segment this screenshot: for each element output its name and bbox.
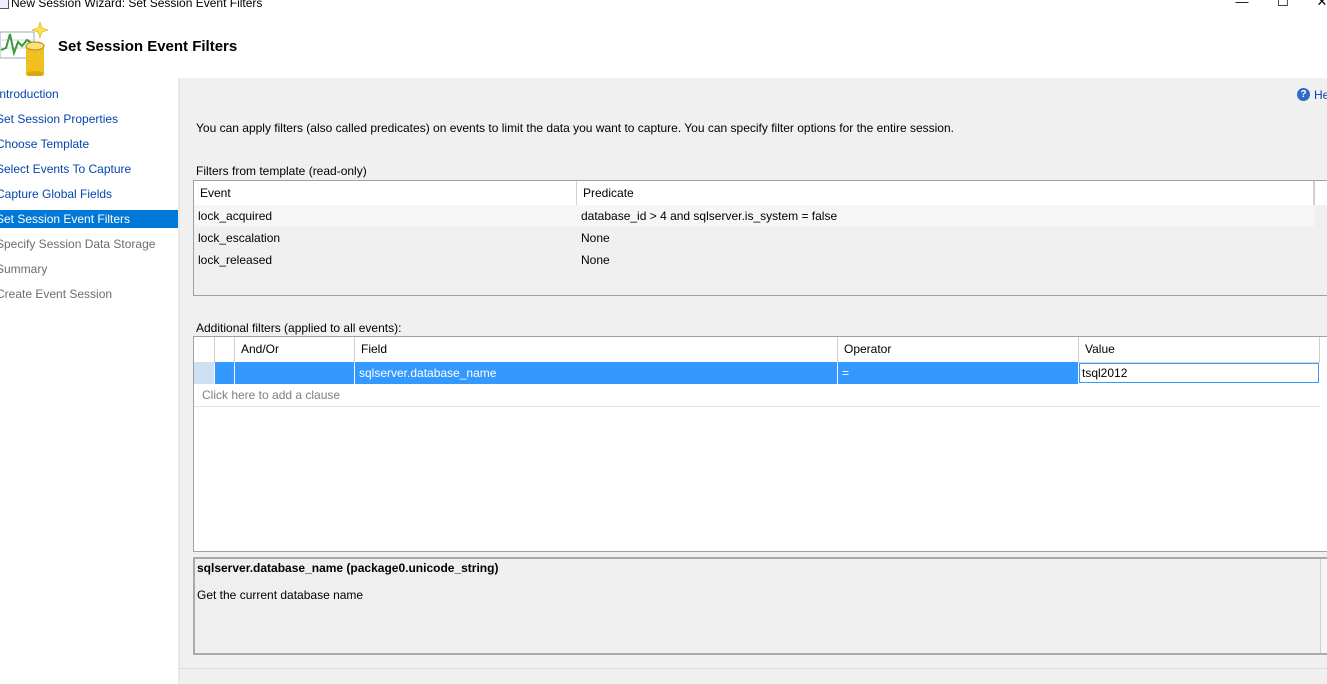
cell-event: lock_released <box>198 253 273 267</box>
header-strip <box>1314 181 1327 205</box>
add-clause-text[interactable]: Click here to add a clause <box>202 384 340 406</box>
bottom-divider <box>180 668 1327 669</box>
help-link[interactable]: ? He <box>1297 87 1327 102</box>
cell-field[interactable]: sqlserver.database_name <box>355 362 837 384</box>
help-label[interactable]: He <box>1314 88 1327 102</box>
cell-predicate: database_id > 4 and sqlserver.is_system … <box>581 209 838 223</box>
filter-row[interactable]: sqlserver.database_name = <box>194 362 1320 384</box>
column-header-operator: Operator <box>838 337 1079 362</box>
template-filters-label: Filters from template (read-only) <box>196 164 367 178</box>
field-description-panel: sqlserver.database_name (package0.unicod… <box>193 557 1327 655</box>
help-icon[interactable]: ? <box>1297 88 1310 102</box>
additional-filters-grid: And/Or Field Operator Value sqlserver.da… <box>193 336 1327 552</box>
description-title: sqlserver.database_name (package0.unicod… <box>197 561 499 575</box>
row-indicator[interactable] <box>215 362 234 384</box>
minimize-button[interactable]: — <box>1232 0 1252 9</box>
app-icon <box>0 0 9 9</box>
wizard-header: Set Session Event Filters <box>0 12 1327 78</box>
value-input[interactable] <box>1079 363 1319 383</box>
description-scrollbar[interactable] <box>1320 559 1327 653</box>
close-button[interactable]: ✕ <box>1312 0 1327 10</box>
template-filters-grid: Event Predicate lock_acquired database_i… <box>193 180 1327 296</box>
add-clause-row[interactable]: Click here to add a clause <box>194 384 1320 407</box>
chart-database-icon <box>0 21 48 76</box>
wizard-sidebar: Introduction Set Session Properties Choo… <box>0 78 178 684</box>
additional-filters-label: Additional filters (applied to all event… <box>196 321 402 335</box>
column-header-blank <box>215 337 235 362</box>
column-header-field: Field <box>355 337 838 362</box>
cell-predicate: None <box>581 253 610 267</box>
row-header-corner <box>194 337 215 362</box>
template-filters-header: Event Predicate <box>194 181 1314 206</box>
sidebar-item-create-event-session: Create Event Session <box>0 287 113 301</box>
column-header-event: Event <box>194 181 577 205</box>
cell-operator[interactable]: = <box>838 362 1078 384</box>
sidebar-item-set-session-properties[interactable]: Set Session Properties <box>0 110 178 128</box>
sidebar-item-capture-global-fields[interactable]: Capture Global Fields <box>0 185 178 203</box>
description-text: Get the current database name <box>197 588 364 602</box>
row-header[interactable] <box>194 362 214 384</box>
page-title: Set Session Event Filters <box>58 38 238 55</box>
intro-text: You can apply filters (also called predi… <box>196 121 954 135</box>
sidebar-item-introduction[interactable]: Introduction <box>0 85 178 103</box>
cell-event: lock_escalation <box>198 231 281 245</box>
sidebar-item-summary: Summary <box>0 262 48 276</box>
title-bar: New Session Wizard: Set Session Event Fi… <box>0 0 1327 12</box>
column-header-value: Value <box>1079 337 1320 362</box>
cell-predicate: None <box>581 231 610 245</box>
sidebar-item-set-session-event-filters[interactable]: Set Session Event Filters <box>0 210 178 228</box>
sidebar-item-choose-template[interactable]: Choose Template <box>0 135 178 153</box>
maximize-button[interactable]: ☐ <box>1273 0 1293 10</box>
additional-filters-header: And/Or Field Operator Value <box>194 337 1320 363</box>
window-title: New Session Wizard: Set Session Event Fi… <box>11 0 263 10</box>
cell-and-or[interactable] <box>235 362 354 384</box>
sidebar-item-select-events[interactable]: Select Events To Capture <box>0 160 178 178</box>
column-header-and-or: And/Or <box>235 337 355 362</box>
table-row[interactable]: lock_released None <box>194 249 1314 271</box>
table-row[interactable]: lock_escalation None <box>194 227 1314 249</box>
table-row[interactable]: lock_acquired database_id > 4 and sqlser… <box>194 205 1314 227</box>
sidebar-item-specify-data-storage: Specify Session Data Storage <box>0 237 156 251</box>
column-header-predicate: Predicate <box>577 181 1314 205</box>
cell-event: lock_acquired <box>198 209 273 223</box>
